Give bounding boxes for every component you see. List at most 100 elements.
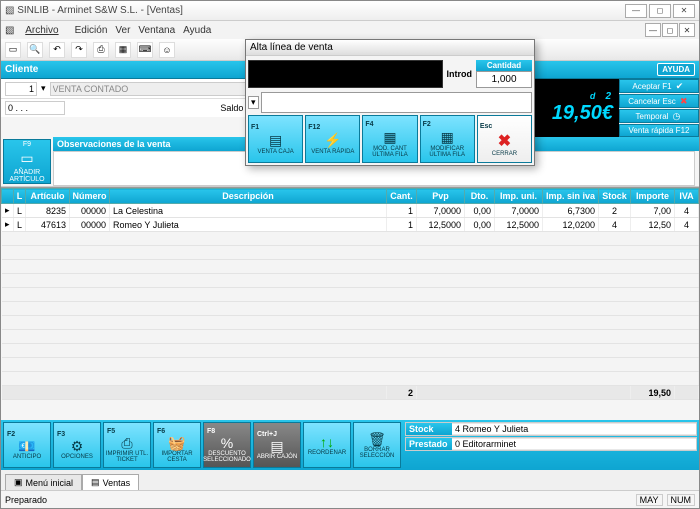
client-lookup-icon[interactable]: ▾ (41, 83, 46, 94)
anticipo-button[interactable]: F2💶ANTICIPO (3, 422, 51, 468)
table-row (2, 316, 699, 330)
venta-caja-button[interactable]: F1▤VENTA CAJA (248, 115, 303, 163)
ayuda-button[interactable]: AYUDA (657, 63, 695, 76)
register-icon: ▤ (269, 132, 282, 149)
col-articulo[interactable]: Artículo (26, 189, 70, 204)
money-icon: 💶 (18, 439, 35, 453)
col-dto[interactable]: Dto. (465, 189, 495, 204)
cantidad-input[interactable] (476, 71, 532, 88)
menu-ventana[interactable]: Ventana (138, 25, 175, 36)
tool-key[interactable]: ⌨ (137, 42, 153, 58)
temporal-button[interactable]: Temporal◷ (619, 109, 699, 123)
mod-cant-button[interactable]: F4▦MOD. CANT ÚLTIMA FILA (362, 115, 417, 163)
total-importe: 19,50 (631, 386, 675, 400)
introd-label: Introd (447, 69, 473, 79)
client-number-input[interactable] (5, 82, 37, 96)
tab-bar: ▣Menú inicial ▤Ventas (1, 470, 699, 490)
tool-calc[interactable]: ▦ (115, 42, 131, 58)
stock-info: Stock 4 Romeo Y Julieta (405, 422, 697, 436)
child-minimize-button[interactable]: — (645, 23, 661, 37)
search-input[interactable] (5, 101, 65, 115)
status-text: Preparado (5, 495, 47, 505)
aceptar-button[interactable]: Aceptar F1✔ (619, 79, 699, 93)
tool-redo[interactable]: ↷ (71, 42, 87, 58)
gear-icon: ⚙ (71, 439, 84, 453)
abrir-cajon-button[interactable]: Ctrl+J▤ABRIR CAJÓN (253, 422, 301, 468)
status-bar: Preparado MAY NUM (1, 490, 699, 508)
tool-user[interactable]: ☺ (159, 42, 175, 58)
sort-icon: ↑↓ (320, 435, 334, 449)
menu-archivo[interactable]: Archivo (25, 25, 66, 36)
basket-icon: 🧺 (168, 436, 185, 450)
maximize-button[interactable]: ◻ (649, 4, 671, 18)
opciones-button[interactable]: F3⚙OPCIONES (53, 422, 101, 468)
importar-cesta-button[interactable]: F6🧺IMPORTAR CESTA (153, 422, 201, 468)
child-close-button[interactable]: ✕ (679, 23, 695, 37)
borrar-seleccion-button[interactable]: 🗑BORRAR SELECCIÓN (353, 422, 401, 468)
minimize-button[interactable]: — (625, 4, 647, 18)
client-label: Cliente (5, 64, 38, 75)
titlebar: ▧ SINLIB - Arminet S&W S.L. - [Ventas] —… (1, 1, 699, 21)
col-impuni[interactable]: Imp. uni. (495, 189, 543, 204)
menu-ayuda[interactable]: Ayuda (183, 25, 211, 36)
book-icon: ▭ (20, 150, 33, 167)
alta-linea-dialog: Alta línea de venta Introd Cantidad ▾ F1… (245, 39, 535, 166)
reordenar-button[interactable]: ↑↓REORDENAR (303, 422, 351, 468)
clock-icon: ◷ (670, 110, 682, 122)
tool-undo[interactable]: ↶ (49, 42, 65, 58)
caps-indicator: MAY (636, 494, 663, 506)
percent-icon: % (221, 436, 233, 450)
modificar-fila-button[interactable]: F2▦MODIFICAR ÚLTIMA FILA (420, 115, 475, 163)
bottom-toolbar: F2💶ANTICIPO F3⚙OPCIONES F5⎙IMPRIMIR UTL.… (1, 420, 699, 470)
edit-icon: ▦ (441, 129, 454, 146)
table-row[interactable]: ▸L4761300000Romeo Y Julieta 112,50000,00… (2, 218, 699, 232)
col-importe[interactable]: Importe (631, 189, 675, 204)
total-cant: 2 (387, 386, 417, 400)
table-row (2, 232, 699, 246)
app-icon: ▧ (5, 5, 14, 16)
close-icon: ✖ (498, 131, 511, 151)
venta-rapida-dialog-button[interactable]: F12⚡VENTA RÁPIDA (305, 115, 360, 163)
window-title: SINLIB - Arminet S&W S.L. - [Ventas] (17, 5, 183, 16)
venta-rapida-button[interactable]: Venta rápida F12 (619, 124, 699, 137)
barcode-dropdown-icon[interactable]: ▾ (248, 96, 259, 109)
trash-icon: 🗑 (368, 432, 386, 446)
col-pvp[interactable]: Pvp (417, 189, 465, 204)
table-row (2, 302, 699, 316)
col-cant[interactable]: Cant. (387, 189, 417, 204)
col-numero[interactable]: Número (70, 189, 110, 204)
col-impsiniva[interactable]: Imp. sin iva (543, 189, 599, 204)
grid-icon: ▦ (383, 129, 396, 146)
saldo-label: Saldo (220, 103, 243, 113)
tool-search[interactable]: 🔍 (27, 42, 43, 58)
close-button[interactable]: ✕ (673, 4, 695, 18)
tab-menu-inicial[interactable]: ▣Menú inicial (5, 474, 82, 490)
tab-ventas[interactable]: ▤Ventas (82, 474, 139, 490)
numlock-indicator: NUM (667, 494, 696, 506)
menu-ver[interactable]: Ver (115, 25, 130, 36)
table-row (2, 274, 699, 288)
col-l[interactable]: L (14, 189, 26, 204)
home-icon: ▣ (14, 477, 23, 488)
table-row[interactable]: ▸L823500000La Celestina 17,00000,007,000… (2, 204, 699, 218)
child-restore-button[interactable]: ◻ (662, 23, 678, 37)
table-row (2, 344, 699, 358)
descuento-button[interactable]: F8%DESCUENTO SELECCIONADO (203, 422, 251, 468)
col-iva[interactable]: IVA (675, 189, 699, 204)
col-stock[interactable]: Stock (599, 189, 631, 204)
table-row (2, 372, 699, 386)
table-row (2, 260, 699, 274)
sales-grid: L Artículo Número Descripción Cant. Pvp … (1, 187, 699, 420)
tool-new[interactable]: ▭ (5, 42, 21, 58)
imprimir-ticket-button[interactable]: F5⎙IMPRIMIR UTL. TICKET (103, 422, 151, 468)
cantidad-label: Cantidad (476, 60, 532, 71)
printer-icon: ⎙ (121, 436, 132, 450)
cancelar-button[interactable]: Cancelar Esc✖ (619, 94, 699, 108)
add-article-button[interactable]: F9 ▭ AÑADIR ARTÍCULO (3, 139, 51, 184)
tool-print[interactable]: ⎙ (93, 42, 109, 58)
col-descripcion[interactable]: Descripción (110, 189, 387, 204)
barcode-input[interactable] (261, 92, 532, 113)
prestado-info: Prestado 0 Editorarminet (405, 437, 697, 451)
menu-edicion[interactable]: Edición (75, 25, 108, 36)
cerrar-dialog-button[interactable]: Esc✖CERRAR (477, 115, 532, 163)
